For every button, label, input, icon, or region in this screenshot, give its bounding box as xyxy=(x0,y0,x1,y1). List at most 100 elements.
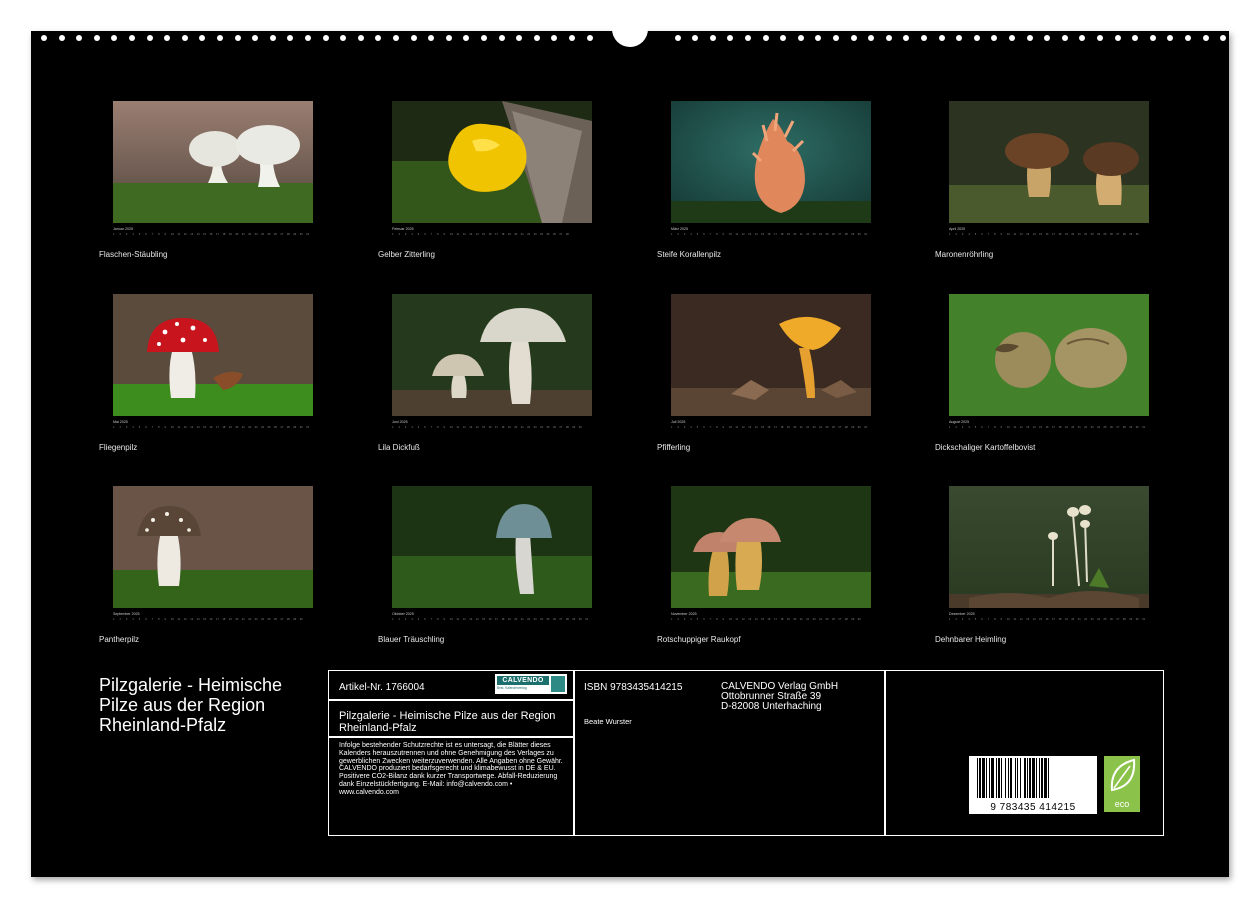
mushroom-photo xyxy=(949,294,1149,416)
day-strip: 1 2 3 4 5 6 7 8 9 10 11 12 13 14 15 16 17 18 19 20 21 22 23 24 2… xyxy=(671,618,871,626)
divider xyxy=(329,699,573,701)
month-label: April 2025 xyxy=(949,227,966,231)
day-strip: 1 2 3 4 5 6 7 8 9 10 11 12 13 14 15 16 17 18 19 20 21 22 23 24 2… xyxy=(392,618,592,626)
product-info-box: Artikel-Nr. 1766004 CALVENDO Best. Kalen… xyxy=(328,670,1164,836)
mushroom-photo xyxy=(671,101,871,223)
barcode-bar xyxy=(1017,758,1018,798)
day-number: 31 xyxy=(1142,426,1146,429)
legal-notice: Infolge bestehender Schutzrechte ist es … xyxy=(339,742,563,796)
binding-hole xyxy=(93,35,100,41)
barcode-bar xyxy=(1001,758,1002,798)
mushroom-photo xyxy=(671,486,871,608)
barcode-bar xyxy=(1036,758,1037,798)
binding-hole xyxy=(1061,35,1068,41)
binding-hole xyxy=(868,35,875,41)
day-number: 30 xyxy=(299,618,303,621)
binding-hole xyxy=(305,35,311,41)
month-label: Januar 2025 xyxy=(113,227,133,231)
binding-hole xyxy=(357,35,364,41)
barcode-bar xyxy=(998,758,1000,798)
day-number: 31 xyxy=(864,233,868,236)
product-title: Pilzgalerie - Heimische Pilze aus der Re… xyxy=(339,710,556,734)
photo-caption: Dickschaliger Kartoffelbovist xyxy=(935,443,1036,452)
article-number: Artikel-Nr. 1766004 xyxy=(339,682,425,693)
binding-hole xyxy=(745,35,751,41)
binding-hole xyxy=(287,35,294,41)
binding-hole xyxy=(217,35,223,41)
binding-hole xyxy=(551,35,558,41)
month-label: März 2025 xyxy=(671,227,688,231)
day-number: 31 xyxy=(864,426,868,429)
divider xyxy=(884,671,886,835)
binding-hole xyxy=(1132,35,1139,41)
day-number: 28 xyxy=(565,233,569,236)
barcode-bar xyxy=(1024,758,1026,798)
barcode-bar xyxy=(1005,758,1006,798)
day-strip: 1 2 3 4 5 6 7 8 9 10 11 12 13 14 15 16 17 18 19 20 21 22 23 24 2… xyxy=(113,618,313,626)
month-label: Juni 2025 xyxy=(392,420,408,424)
eco-badge: eco xyxy=(1104,756,1140,812)
bonnet-photo xyxy=(949,486,1149,608)
month-label: September 2025 xyxy=(113,612,140,616)
day-number: 31 xyxy=(1142,618,1146,621)
photo-caption: Dehnbarer Heimling xyxy=(935,635,1007,644)
calvendo-logo[interactable]: CALVENDO Best. Kalenderverlag xyxy=(495,674,567,694)
mushroom-photo xyxy=(671,294,871,416)
photo-caption: Blauer Träuschling xyxy=(378,635,445,644)
photo-caption: Pfifferling xyxy=(657,443,691,452)
photo-caption: Fliegenpilz xyxy=(99,443,138,452)
binding-hole xyxy=(463,35,470,41)
barcode: 9 783435 414215 xyxy=(969,756,1097,814)
fly-agaric-photo xyxy=(113,294,313,416)
binding-hole xyxy=(252,35,259,41)
binding-hole xyxy=(921,35,927,41)
earthball-photo xyxy=(949,294,1149,416)
binding-hole xyxy=(973,35,980,41)
binding-hole xyxy=(393,35,399,41)
barcode-bar xyxy=(1044,758,1047,798)
barcode-bar xyxy=(977,758,978,798)
barcode-bar xyxy=(991,758,994,798)
photo-caption: Gelber Zitterling xyxy=(378,250,435,259)
jelly-fungus-photo xyxy=(392,101,592,223)
mushroom-photo xyxy=(949,486,1149,608)
month-label: November 2025 xyxy=(671,612,697,616)
day-number: 31 xyxy=(306,426,310,429)
binding-hole xyxy=(692,35,699,41)
day-strip: 1 2 3 4 5 6 7 8 9 10 11 12 13 14 15 16 17 18 19 20 21 22 23 24 2… xyxy=(671,233,871,241)
publisher-city: D-82008 Unterhaching xyxy=(721,701,822,712)
author: Beate Wurster xyxy=(584,717,632,726)
binding-hole xyxy=(428,35,435,41)
binding-hole xyxy=(181,35,188,41)
photo-caption: Pantherpilz xyxy=(99,635,140,644)
binding-hole xyxy=(586,35,593,41)
photo-caption: Rotschuppiger Raukopf xyxy=(657,635,741,644)
barcode-bar xyxy=(1041,758,1043,798)
blue-roundhead-photo xyxy=(392,486,592,608)
day-strip: 1 2 3 4 5 6 7 8 9 10 11 12 13 14 15 16 17 18 19 20 21 22 23 24 2… xyxy=(392,233,592,241)
barcode-bar xyxy=(989,758,990,798)
divider xyxy=(573,671,575,835)
day-strip: 1 2 3 4 5 6 7 8 9 10 11 12 13 14 15 16 17 18 19 20 21 22 23 24 2… xyxy=(113,233,313,241)
binding-hole xyxy=(234,35,241,41)
month-label: Juli 2025 xyxy=(671,420,686,424)
barcode-bar xyxy=(1020,758,1021,798)
binding-hole xyxy=(797,35,804,41)
barcode-bar xyxy=(1015,758,1016,798)
eco-label: eco xyxy=(1114,799,1130,809)
mushroom-photo xyxy=(113,294,313,416)
mushroom-photo xyxy=(392,101,592,223)
mushroom-photo xyxy=(392,294,592,416)
month-label: Dezember 2025 xyxy=(949,612,975,616)
binding-hole xyxy=(1026,35,1033,41)
binding-hole xyxy=(1185,35,1191,41)
binding-hole xyxy=(76,35,83,41)
binding-hole xyxy=(991,35,998,41)
barcode-bar xyxy=(986,758,987,798)
isbn: ISBN 9783435414215 xyxy=(584,682,683,693)
puffball-photo xyxy=(113,101,313,223)
binding-hole xyxy=(164,35,171,41)
barcode-bar xyxy=(1048,758,1049,798)
day-number: 30 xyxy=(578,426,582,429)
flag-icon xyxy=(551,676,565,692)
